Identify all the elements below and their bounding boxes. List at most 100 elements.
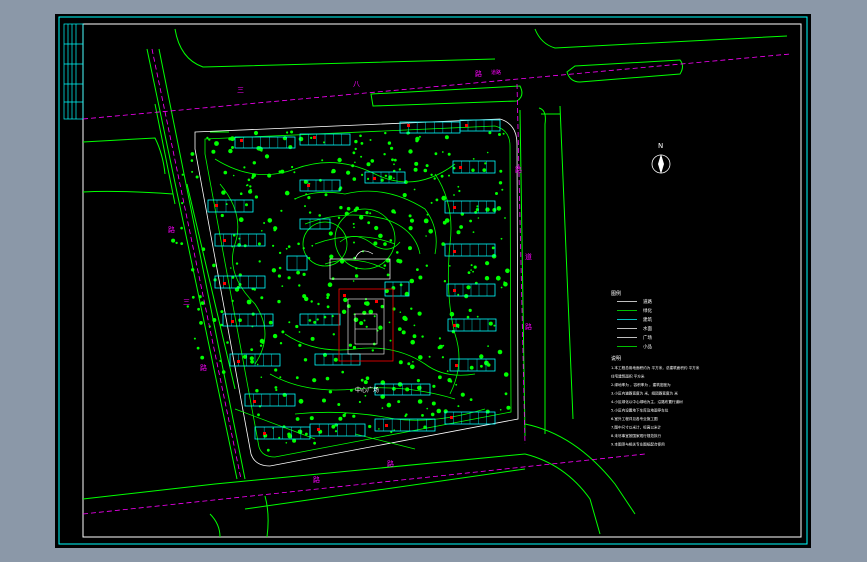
tree xyxy=(418,355,423,360)
tree xyxy=(495,192,498,195)
tree xyxy=(441,195,447,201)
tree xyxy=(378,325,383,330)
tree xyxy=(504,392,508,396)
tree xyxy=(263,222,266,224)
tree xyxy=(221,190,226,195)
tree xyxy=(323,141,325,144)
tree xyxy=(353,241,355,244)
tree xyxy=(311,244,314,247)
tree xyxy=(352,280,355,282)
tree xyxy=(365,211,369,215)
tree xyxy=(384,174,388,177)
tree xyxy=(287,276,291,280)
north-arrow: N xyxy=(651,142,671,174)
tree xyxy=(484,360,489,366)
tree xyxy=(404,414,407,418)
tree xyxy=(309,416,314,421)
tree xyxy=(340,259,345,264)
road-label: 道 xyxy=(525,252,532,261)
tree xyxy=(449,311,455,317)
tree xyxy=(373,315,376,318)
road-label: 路 xyxy=(200,363,207,372)
tree xyxy=(279,342,283,345)
tree xyxy=(277,299,281,304)
tree xyxy=(378,233,383,239)
tree xyxy=(491,246,495,250)
tree xyxy=(180,242,184,246)
tree xyxy=(352,414,356,418)
legend-title: 图例 xyxy=(611,290,621,297)
tree xyxy=(195,175,199,179)
tree xyxy=(391,209,396,214)
tree xyxy=(488,131,492,135)
tree xyxy=(440,174,444,178)
tree xyxy=(409,278,415,284)
tree xyxy=(298,398,304,404)
legend-label: 绿化 xyxy=(643,307,652,314)
tree xyxy=(484,276,490,281)
tree xyxy=(441,242,446,246)
tree xyxy=(387,141,392,145)
tree xyxy=(295,376,299,380)
drawing-sheet: 三 八 路 道路 路 道 路 路 三 路 路 路 中心广场 N 图例 道路 绿化建… xyxy=(55,14,811,548)
tree xyxy=(267,173,272,178)
tree xyxy=(267,218,273,223)
tree xyxy=(254,195,258,199)
tree xyxy=(353,208,358,212)
tree xyxy=(266,448,270,452)
building-marker xyxy=(465,124,468,127)
tree xyxy=(206,136,209,139)
tree xyxy=(238,318,242,323)
tree xyxy=(438,375,442,380)
tree xyxy=(448,265,451,267)
tree xyxy=(287,245,291,248)
tree xyxy=(200,301,205,305)
tree xyxy=(354,274,359,278)
tree xyxy=(197,307,201,311)
tree xyxy=(485,261,490,266)
tree xyxy=(331,424,336,429)
tree xyxy=(214,141,219,146)
tree xyxy=(220,213,224,218)
tree xyxy=(326,305,330,309)
tree xyxy=(438,346,441,349)
tree xyxy=(354,161,356,164)
tree xyxy=(413,188,416,191)
tree xyxy=(434,152,438,156)
tree xyxy=(446,370,449,372)
tree xyxy=(408,246,412,251)
tree xyxy=(272,427,274,430)
buildings xyxy=(207,119,501,440)
tree xyxy=(425,164,429,168)
notes-title: 说明 xyxy=(611,355,621,362)
building-footprint xyxy=(444,243,496,257)
tree xyxy=(365,376,370,381)
building-marker xyxy=(407,124,410,127)
tree xyxy=(492,208,497,212)
building-footprint xyxy=(286,255,308,271)
building-marker xyxy=(373,177,376,180)
tree xyxy=(286,131,289,134)
note-line: 8.未尽事宜按国家现行规范执行 xyxy=(611,433,662,438)
tree xyxy=(260,149,263,152)
tree xyxy=(282,392,287,397)
tree xyxy=(409,218,415,223)
building-marker xyxy=(223,282,226,285)
tree xyxy=(354,147,357,151)
road-label: 八 xyxy=(353,80,360,88)
tree xyxy=(321,159,324,162)
tree xyxy=(331,277,335,280)
tree xyxy=(328,231,333,236)
tree xyxy=(423,218,429,224)
tree xyxy=(288,321,291,324)
tree xyxy=(258,260,261,263)
tree xyxy=(367,177,370,180)
tree xyxy=(443,280,447,283)
building-footprint xyxy=(399,121,461,134)
building-marker xyxy=(240,139,243,142)
tree xyxy=(466,285,471,290)
tree xyxy=(389,239,393,242)
tree xyxy=(468,308,472,312)
tree xyxy=(472,270,474,273)
tree xyxy=(310,336,315,341)
